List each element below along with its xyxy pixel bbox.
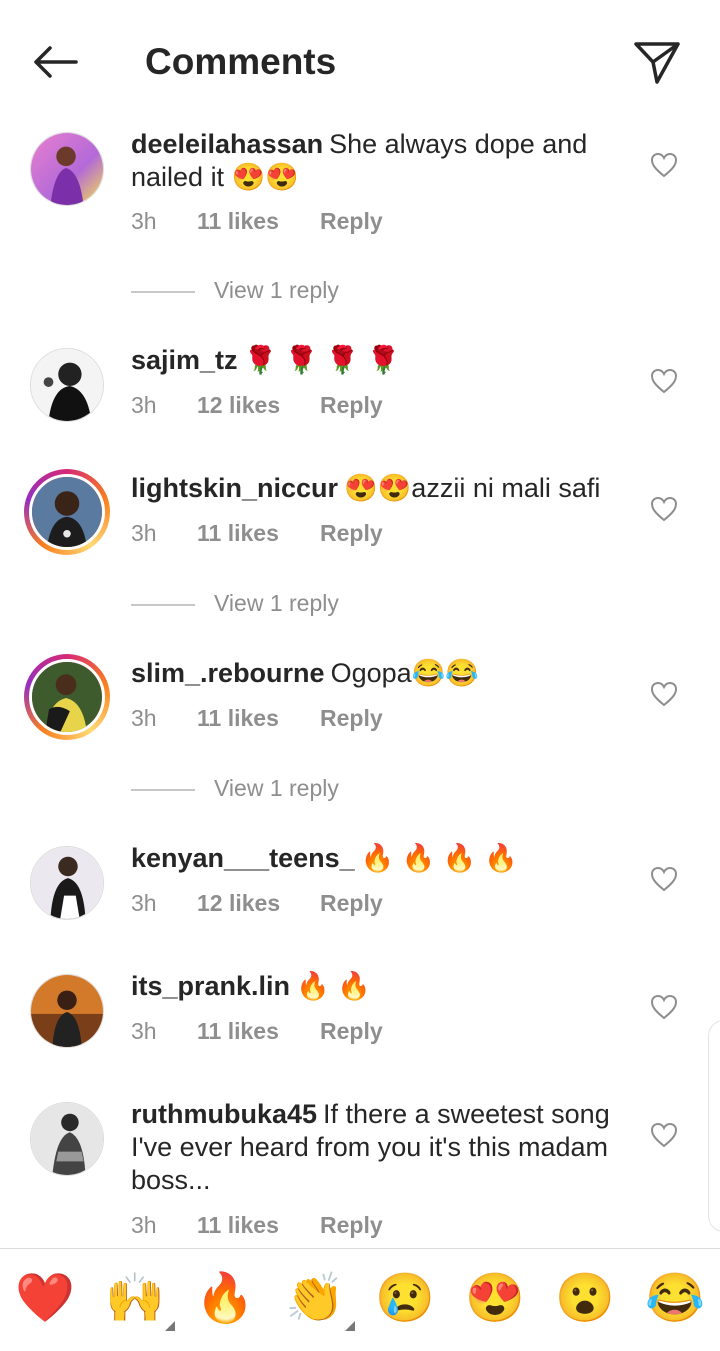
comment-text: lightskin_niccur 😍😍azzii ni mali safi — [131, 472, 631, 505]
avatar[interactable] — [30, 132, 104, 206]
emoji-reaction-bar: ❤️ 🙌 🔥 👏 😢 😍 😮 😂 — [0, 1248, 720, 1351]
comment-username[interactable]: kenyan___teens_ — [131, 843, 355, 873]
comment-likes[interactable]: 12 likes — [197, 888, 320, 918]
avatar[interactable] — [30, 1102, 104, 1176]
heart-icon[interactable] — [650, 681, 678, 707]
page-title: Comments — [145, 41, 337, 82]
comment-body: Ogopa😂😂 — [330, 658, 479, 688]
comment-meta: 3h 12 likes Reply — [131, 888, 383, 918]
reply-button[interactable]: Reply — [320, 390, 383, 420]
reaction-heart-eyes[interactable]: 😍 — [465, 1271, 525, 1327]
comment-username[interactable]: slim_.rebourne — [131, 658, 325, 688]
comment-likes[interactable]: 11 likes — [197, 703, 320, 733]
comment-meta: 3h 12 likes Reply — [131, 390, 383, 420]
comment-body: 🌹 🌹 🌹 🌹 — [243, 345, 401, 375]
avatar[interactable] — [30, 974, 104, 1048]
comment-time: 3h — [131, 392, 157, 418]
reaction-laughing[interactable]: 😂 — [645, 1271, 705, 1327]
comment-meta: 3h 11 likes Reply — [131, 1210, 383, 1240]
comment-likes[interactable]: 11 likes — [197, 1016, 320, 1046]
comment-likes[interactable]: 12 likes — [197, 390, 320, 420]
comment-meta: 3h 11 likes Reply — [131, 518, 383, 548]
view-replies-button[interactable]: View 1 reply — [131, 588, 339, 618]
heart-icon[interactable] — [650, 496, 678, 522]
reply-divider — [131, 603, 195, 606]
comment-time: 3h — [131, 890, 157, 916]
avatar-story-ring[interactable] — [24, 469, 110, 555]
avatar[interactable] — [30, 348, 104, 422]
reply-divider — [131, 290, 195, 293]
comment-text: deeleilahassan She always dope and nailed… — [131, 128, 631, 194]
comment-username[interactable]: its_prank.lin — [131, 971, 290, 1001]
skin-tone-indicator — [345, 1321, 355, 1331]
comment-body: 😍😍azzii ni mali safi — [344, 473, 601, 503]
share-button[interactable] — [630, 36, 684, 88]
reaction-surprised[interactable]: 😮 — [555, 1271, 615, 1327]
reaction-crying[interactable]: 😢 — [375, 1271, 435, 1327]
comment-likes[interactable]: 11 likes — [197, 518, 320, 548]
comment-likes[interactable]: 11 likes — [197, 1210, 320, 1240]
comment-username[interactable]: lightskin_niccur — [131, 473, 338, 503]
comment-meta: 3h 11 likes Reply — [131, 1016, 383, 1046]
view-replies-button[interactable]: View 1 reply — [131, 773, 339, 803]
heart-icon[interactable] — [650, 866, 678, 892]
avatar — [29, 474, 105, 550]
paper-plane-icon — [634, 42, 680, 84]
reply-button[interactable]: Reply — [320, 206, 383, 236]
comment-text: slim_.rebourne Ogopa😂😂 — [131, 657, 631, 690]
reply-button[interactable]: Reply — [320, 1016, 383, 1046]
comment-username[interactable]: ruthmubuka45 — [131, 1099, 317, 1129]
heart-icon[interactable] — [650, 994, 678, 1020]
header: Comments — [0, 0, 720, 120]
heart-icon[interactable] — [650, 368, 678, 394]
comment-text: its_prank.lin 🔥 🔥 — [131, 970, 631, 1003]
back-button[interactable] — [28, 38, 84, 86]
reply-divider — [131, 788, 195, 791]
heart-icon[interactable] — [650, 152, 678, 178]
comment-body: 🔥 🔥 🔥 🔥 — [360, 843, 518, 873]
comment-body: 🔥 🔥 — [296, 971, 371, 1001]
avatar-story-ring[interactable] — [24, 654, 110, 740]
comment-list[interactable]: deeleilahassan She always dope and nailed… — [0, 120, 720, 1248]
comment-text: ruthmubuka45 If there a sweetest song I'v… — [131, 1098, 631, 1197]
comment-time: 3h — [131, 1018, 157, 1044]
arrow-left-icon — [34, 46, 78, 78]
avatar[interactable] — [30, 846, 104, 920]
comment-time: 3h — [131, 520, 157, 546]
comment-meta: 3h 11 likes Reply — [131, 206, 383, 236]
scroll-handle[interactable] — [708, 1020, 720, 1232]
reply-button[interactable]: Reply — [320, 518, 383, 548]
comment-username[interactable]: sajim_tz — [131, 345, 238, 375]
reply-button[interactable]: Reply — [320, 888, 383, 918]
comment-username[interactable]: deeleilahassan — [131, 129, 323, 159]
comment-time: 3h — [131, 1212, 157, 1238]
comment-meta: 3h 11 likes Reply — [131, 703, 383, 733]
heart-icon[interactable] — [650, 1122, 678, 1148]
comment-text: kenyan___teens_ 🔥 🔥 🔥 🔥 — [131, 842, 631, 875]
comment-time: 3h — [131, 208, 157, 234]
reaction-raised-hands[interactable]: 🙌 — [105, 1271, 175, 1331]
view-replies-button[interactable]: View 1 reply — [131, 275, 339, 305]
comment-text: sajim_tz 🌹 🌹 🌹 🌹 — [131, 344, 631, 377]
reaction-clap[interactable]: 👏 — [285, 1271, 355, 1331]
reply-button[interactable]: Reply — [320, 703, 383, 733]
avatar — [29, 659, 105, 735]
skin-tone-indicator — [165, 1321, 175, 1331]
comment-likes[interactable]: 11 likes — [197, 206, 320, 236]
comment-time: 3h — [131, 705, 157, 731]
reply-button[interactable]: Reply — [320, 1210, 383, 1240]
reaction-fire[interactable]: 🔥 — [195, 1271, 255, 1327]
reaction-heart[interactable]: ❤️ — [15, 1271, 75, 1327]
